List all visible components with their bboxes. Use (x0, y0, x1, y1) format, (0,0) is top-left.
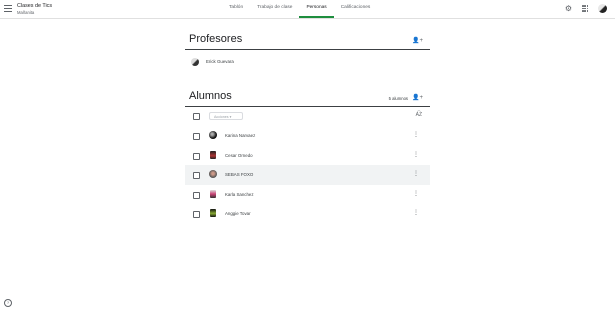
sort-icon[interactable]: A͡Z (416, 112, 422, 118)
students-header: Alumnos 5 alumnos 👤+ (185, 87, 430, 107)
more-vert-icon[interactable]: ⋮ (413, 131, 419, 139)
apps-icon[interactable] (582, 5, 589, 12)
top-bar: Clases de Tics Mañanita Tablón Trabajo d… (0, 0, 615, 19)
more-vert-icon[interactable]: ⋮ (413, 190, 419, 198)
help-icon[interactable]: ? (4, 299, 12, 307)
avatar (209, 131, 217, 139)
teachers-header: Profesores 👤+ (185, 30, 430, 50)
student-checkbox[interactable] (193, 133, 200, 140)
student-name[interactable]: SEBAS FOXO (225, 172, 253, 177)
student-row: SEBAS FOXO ⋮ (185, 165, 430, 185)
avatar (210, 150, 216, 159)
menu-icon[interactable] (4, 4, 12, 12)
tab-personas[interactable]: Personas (299, 0, 334, 18)
student-checkbox[interactable] (193, 211, 200, 218)
settings-icon[interactable]: ⚙ (564, 4, 573, 13)
actions-row: Acciones ▾ A͡Z (185, 107, 430, 126)
student-row: Cesar Ornedo ⋮ (185, 146, 430, 166)
avatar (209, 170, 217, 178)
actions-label: Acciones (214, 115, 229, 119)
top-right-controls: ⚙ (564, 4, 607, 13)
person-add-icon[interactable]: 👤+ (412, 94, 423, 101)
class-title[interactable]: Clases de Tics (17, 3, 52, 9)
select-all-checkbox[interactable] (193, 113, 200, 120)
more-vert-icon[interactable]: ⋮ (413, 209, 419, 217)
more-vert-icon[interactable]: ⋮ (413, 151, 419, 159)
person-add-icon[interactable]: 👤+ (412, 37, 423, 44)
student-name[interactable]: Anggie Tovar (225, 211, 251, 216)
tab-calificaciones[interactable]: Calificaciones (334, 0, 378, 18)
teacher-row: Erick Guevara (185, 52, 430, 72)
tab-tablon[interactable]: Tablón (222, 0, 250, 18)
student-checkbox[interactable] (193, 172, 200, 179)
avatar[interactable] (598, 4, 607, 13)
people-page: Profesores 👤+ Erick Guevara Alumnos 5 al… (185, 30, 430, 224)
student-row: Karina Narvaez ⋮ (185, 126, 430, 146)
teachers-title: Profesores (189, 33, 243, 45)
avatar (210, 189, 216, 198)
student-checkbox[interactable] (193, 152, 200, 160)
student-name[interactable]: Cesar Ornedo (225, 153, 253, 158)
student-name[interactable]: Karina Narvaez (225, 133, 255, 138)
actions-button[interactable]: Acciones ▾ (209, 112, 243, 120)
tab-trabajo-de-clase[interactable]: Trabajo de clase (250, 0, 299, 18)
student-count: 5 alumnos (388, 96, 408, 101)
class-subtitle: Mañanita (17, 10, 35, 15)
students-title: Alumnos (189, 90, 232, 102)
avatar (191, 58, 199, 66)
avatar (210, 209, 216, 217)
student-checkbox[interactable] (193, 191, 200, 199)
student-name[interactable]: Karla Sanchez (225, 192, 254, 197)
student-row: Anggie Tovar ⋮ (185, 204, 430, 224)
teacher-name[interactable]: Erick Guevara (206, 59, 234, 64)
student-row: Karla Sanchez ⋮ (185, 185, 430, 205)
more-vert-icon[interactable]: ⋮ (413, 170, 419, 178)
tab-bar: Tablón Trabajo de clase Personas Calific… (222, 0, 377, 18)
